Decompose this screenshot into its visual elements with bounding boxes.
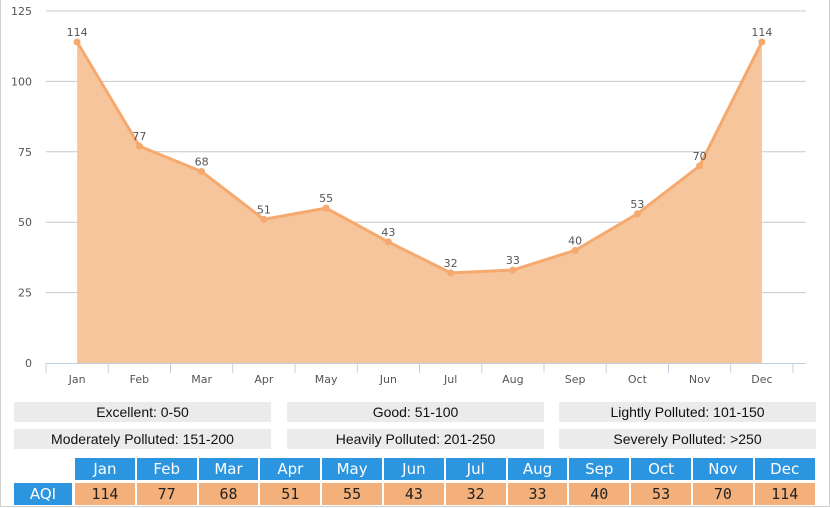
data-point[interactable] xyxy=(696,162,704,170)
table-header-cell: Nov xyxy=(693,458,753,480)
aqi-area-fill xyxy=(77,41,762,363)
x-tick-label: Jan xyxy=(68,373,86,386)
table-header-cell: Jan xyxy=(75,458,135,480)
x-tick-label: Aug xyxy=(502,373,523,386)
x-tick-label: Mar xyxy=(191,373,212,386)
legend-box: Lightly Polluted: 101-150 xyxy=(559,402,816,422)
x-tick-label: Oct xyxy=(628,373,648,386)
table-header-cell: Mar xyxy=(198,458,259,480)
data-point[interactable] xyxy=(198,168,206,176)
table-value-cell: 70 xyxy=(693,483,753,505)
x-tick-label: May xyxy=(315,373,338,386)
x-tick-label: Feb xyxy=(130,373,149,386)
legend-box: Moderately Polluted: 151-200 xyxy=(14,429,271,449)
table-header-cell: Sep xyxy=(569,458,630,480)
x-tick-label: Jun xyxy=(379,373,397,386)
data-point[interactable] xyxy=(322,204,330,212)
data-point[interactable] xyxy=(758,38,766,46)
table-header-cell: Jun xyxy=(384,458,444,480)
x-tick-label: Nov xyxy=(689,373,711,386)
table-value-cell: 114 xyxy=(754,483,815,505)
data-label: 77 xyxy=(132,130,146,143)
data-point[interactable] xyxy=(571,246,579,254)
data-label: 114 xyxy=(67,26,88,39)
table-value-cell: 51 xyxy=(260,483,321,505)
y-tick-label: 100 xyxy=(11,75,32,88)
x-tick-label: Dec xyxy=(751,373,772,386)
table-value-cell: 32 xyxy=(445,483,506,505)
table-value-cell: 40 xyxy=(569,483,630,505)
table-value-cell: 77 xyxy=(136,483,197,505)
y-tick-label: 125 xyxy=(11,5,32,18)
y-tick-label: 25 xyxy=(18,287,32,300)
table-value-cell: 114 xyxy=(75,483,135,505)
data-point[interactable] xyxy=(633,210,641,218)
table-header-cell: Feb xyxy=(136,458,197,480)
data-label: 32 xyxy=(444,257,458,270)
legend-box: Excellent: 0-50 xyxy=(14,402,271,422)
data-label: 55 xyxy=(319,192,333,205)
data-point[interactable] xyxy=(447,269,455,277)
table-value-cell: 43 xyxy=(384,483,444,505)
data-label: 53 xyxy=(630,198,644,211)
aqi-area-chart: 0 25 50 75 100 125 114 77 68 51 55 43 32 33 40 53 70 114… xyxy=(11,5,806,386)
data-label: 40 xyxy=(568,234,582,247)
table-header-cell: Aug xyxy=(507,458,568,480)
x-tick-label: Apr xyxy=(254,373,274,386)
data-point[interactable] xyxy=(260,215,268,223)
data-label: 33 xyxy=(506,254,520,267)
data-label: 43 xyxy=(381,226,395,239)
data-label: 114 xyxy=(751,26,772,39)
x-tick-label: Sep xyxy=(565,373,586,386)
table-header-cell: Jul xyxy=(445,458,506,480)
table-header-cell: May xyxy=(322,458,382,480)
data-point[interactable] xyxy=(384,238,392,246)
y-tick-label: 75 xyxy=(18,146,32,159)
data-point[interactable] xyxy=(73,38,81,46)
data-point[interactable] xyxy=(135,142,143,150)
data-label: 51 xyxy=(257,203,271,216)
data-point[interactable] xyxy=(509,266,517,274)
table-row-label: AQI xyxy=(14,483,72,505)
table-value-cell: 55 xyxy=(322,483,382,505)
legend-box: Heavily Polluted: 201-250 xyxy=(287,429,544,449)
data-label: 68 xyxy=(195,156,209,169)
table-header-cell: Oct xyxy=(631,458,691,480)
table-header-cell: Apr xyxy=(260,458,321,480)
table-value-cell: 53 xyxy=(631,483,691,505)
y-tick-label: 50 xyxy=(18,216,32,229)
table-value-cell: 68 xyxy=(198,483,259,505)
legend-box: Severely Polluted: >250 xyxy=(559,429,816,449)
legend-box: Good: 51-100 xyxy=(287,402,544,422)
x-tick-label: Jul xyxy=(443,373,457,386)
table-value-cell: 33 xyxy=(507,483,568,505)
table-header-cell: Dec xyxy=(754,458,815,480)
data-label: 70 xyxy=(693,150,707,163)
y-tick-label: 0 xyxy=(25,357,32,370)
